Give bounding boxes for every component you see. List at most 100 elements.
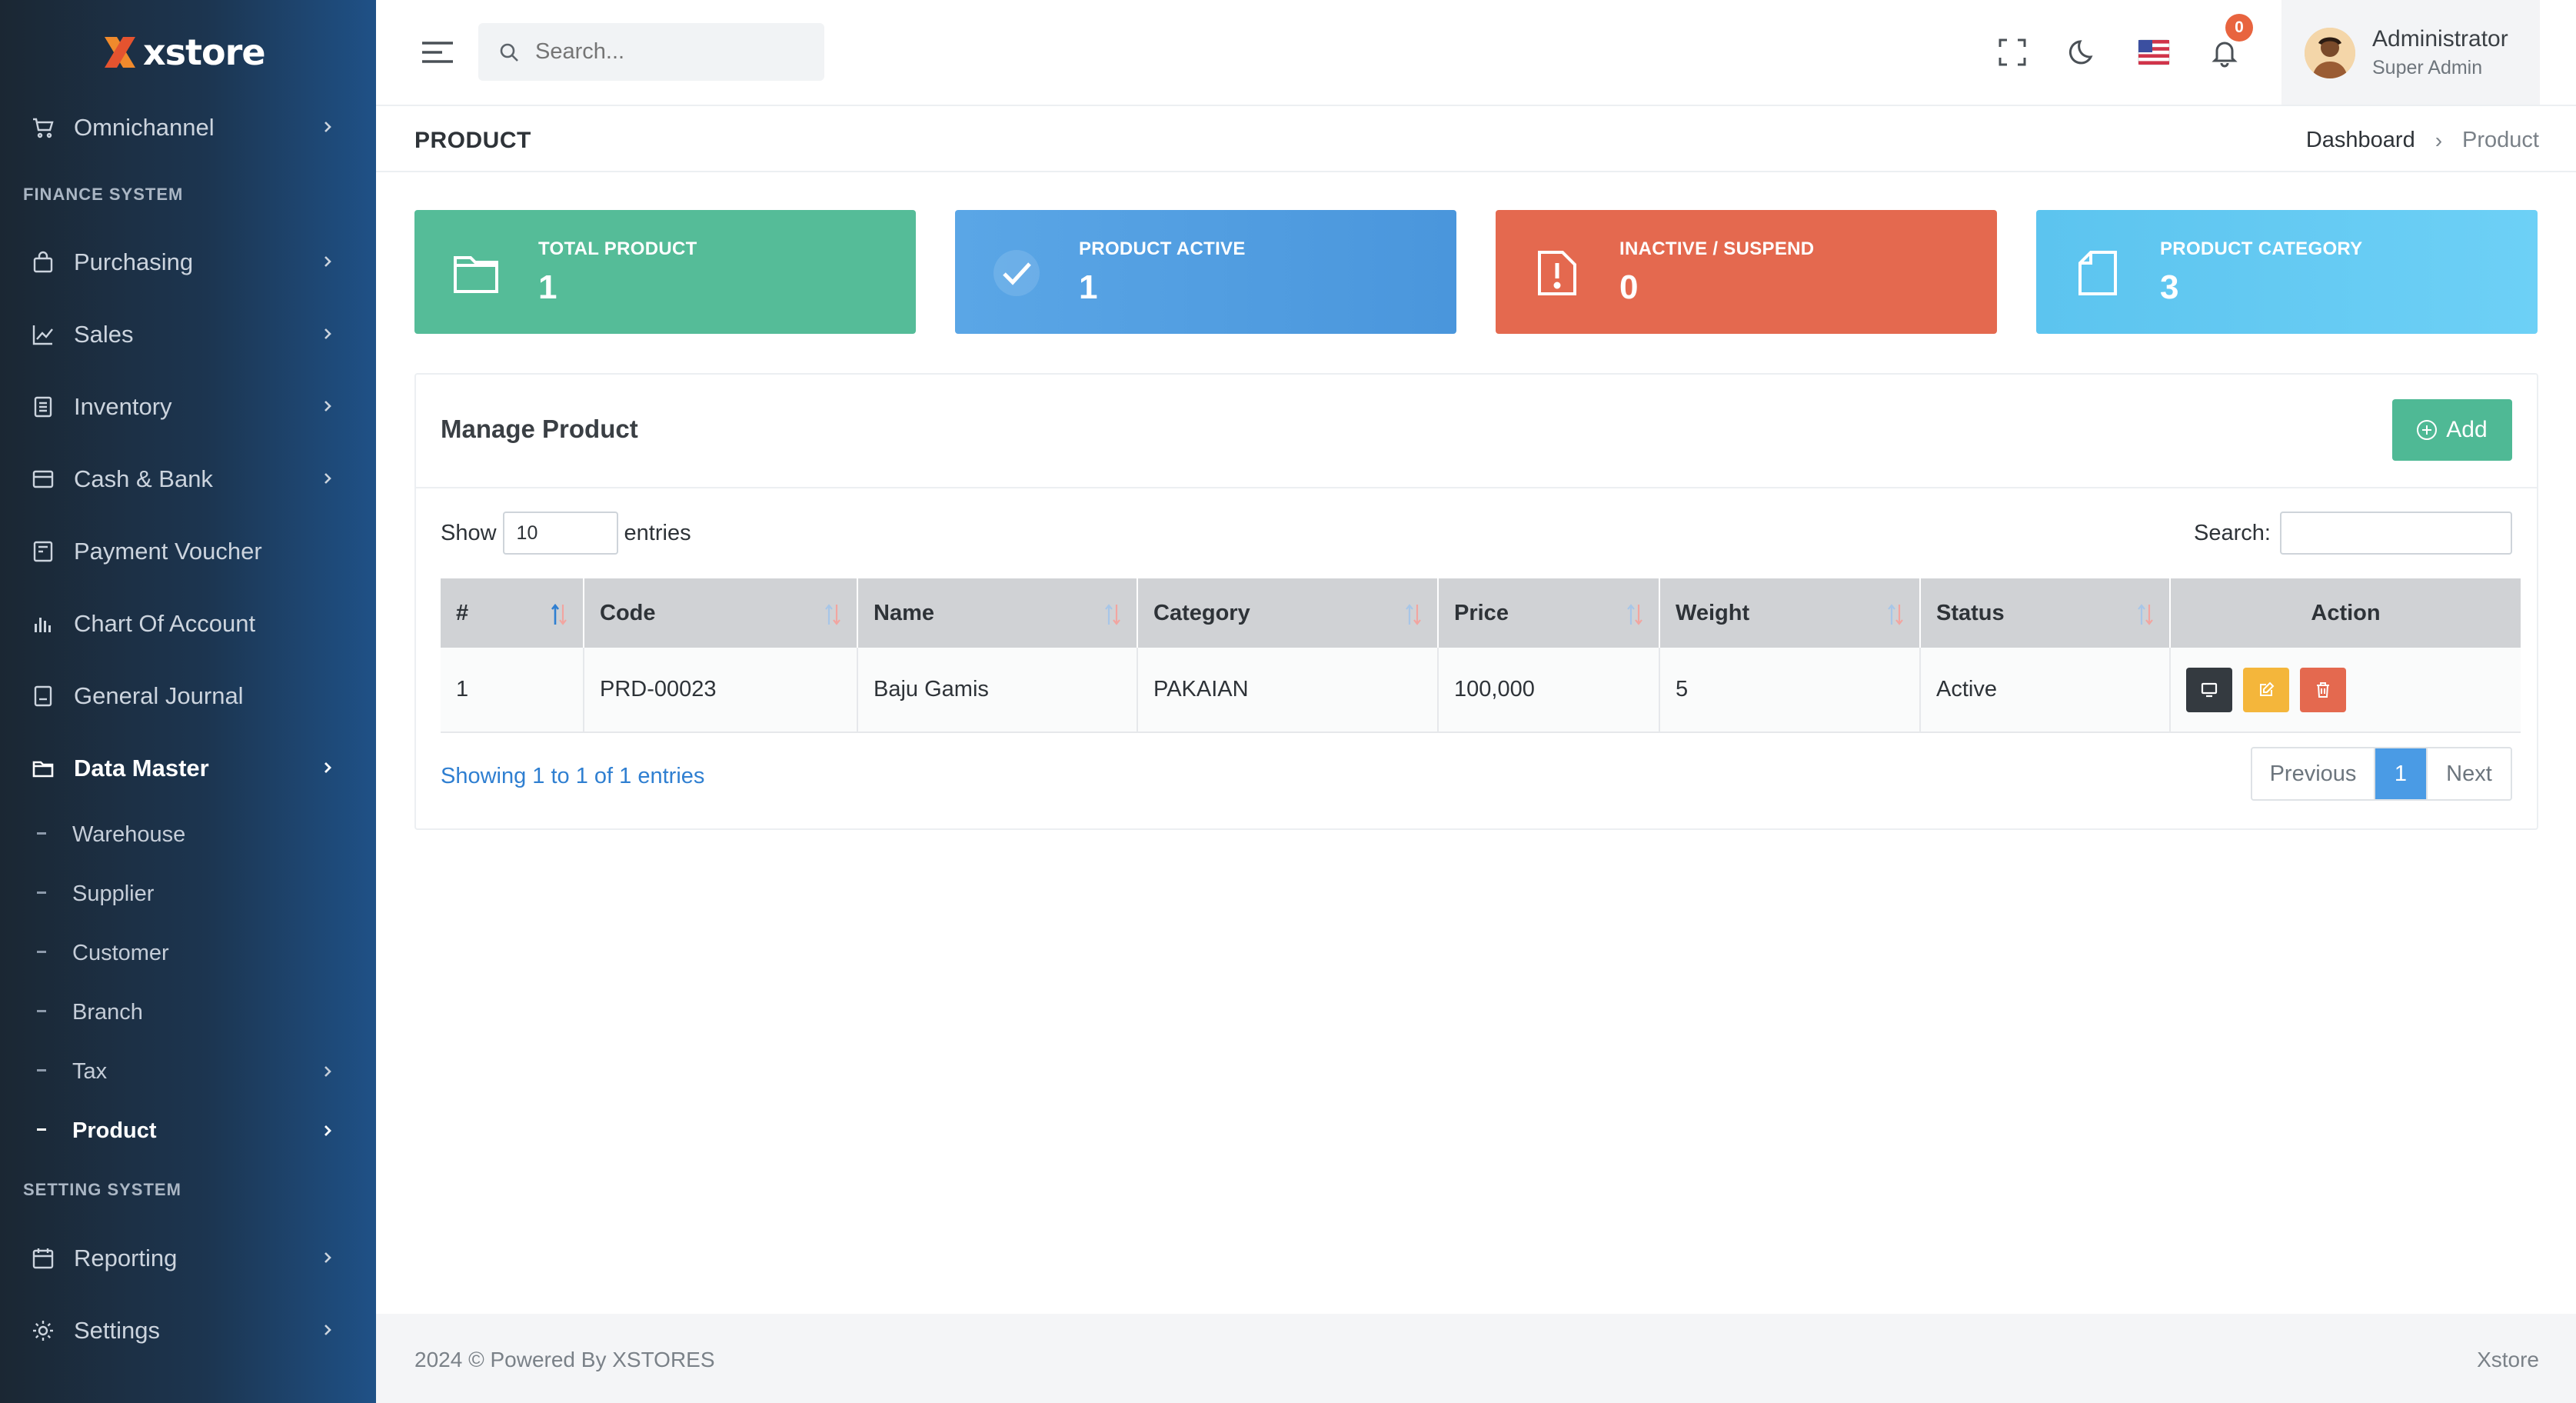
column-header-no[interactable]: # xyxy=(441,578,584,648)
global-search[interactable] xyxy=(478,23,824,81)
journal-icon xyxy=(29,682,57,710)
sidebar-subitem-tax[interactable]: Tax xyxy=(0,1046,376,1097)
page-title-bar: PRODUCT Dashboard › Product xyxy=(376,108,2576,172)
us-flag-icon[interactable] xyxy=(2135,34,2172,71)
chevron-right-icon xyxy=(324,1125,331,1136)
stat-card-product-active: PRODUCT ACTIVE 1 xyxy=(955,210,1456,334)
sidebar-item-cash-bank[interactable]: Cash & Bank xyxy=(0,450,376,508)
sidebar-item-inventory[interactable]: Inventory xyxy=(0,378,376,436)
chart-line-icon xyxy=(29,321,57,348)
sidebar-item-label: Data Master xyxy=(74,755,209,781)
folder-icon xyxy=(29,755,57,782)
sidebar-subitem-branch[interactable]: Branch xyxy=(0,987,376,1038)
cell-price: 100,000 xyxy=(1438,648,1660,733)
sidebar-item-settings[interactable]: Settings xyxy=(0,1301,376,1360)
chevron-right-icon xyxy=(324,328,331,339)
pagination-previous[interactable]: Previous xyxy=(2252,748,2375,799)
sidebar-item-payment-voucher[interactable]: Payment Voucher xyxy=(0,522,376,581)
stat-card-label: PRODUCT CATEGORY xyxy=(2160,238,2363,259)
sort-icon xyxy=(1105,604,1120,625)
sort-icon xyxy=(1888,604,1903,625)
bag-icon xyxy=(29,248,57,276)
voucher-icon xyxy=(29,538,57,565)
brand-logo[interactable]: xstore xyxy=(100,29,266,75)
column-header-category[interactable]: Category xyxy=(1137,578,1439,648)
user-menu[interactable]: Administrator Super Admin xyxy=(2281,0,2540,105)
table-search-label: Search: xyxy=(2194,520,2271,545)
sidebar-item-data-master[interactable]: Data Master xyxy=(0,739,376,798)
chevron-right-icon xyxy=(324,401,331,412)
sidebar-item-general-journal[interactable]: General Journal xyxy=(0,667,376,725)
user-role: Super Admin xyxy=(2372,57,2483,78)
folder-icon xyxy=(451,248,501,298)
breadcrumb: Dashboard › Product xyxy=(2306,128,2539,153)
sort-icon xyxy=(551,603,567,625)
dash-icon xyxy=(37,1010,46,1012)
notification-badge: 0 xyxy=(2225,14,2253,42)
table-row: 1 PRD-00023 Baju Gamis PAKAIAN 100,000 5… xyxy=(441,648,2521,733)
add-product-button[interactable]: Add xyxy=(2392,399,2512,461)
avatar xyxy=(2305,28,2355,78)
sidebar-item-reporting[interactable]: Reporting xyxy=(0,1229,376,1288)
column-header-name[interactable]: Name xyxy=(857,578,1138,648)
sidebar-item-label: Purchasing xyxy=(74,248,194,275)
dash-icon xyxy=(37,1069,46,1071)
stat-card-value: 0 xyxy=(1619,268,1639,306)
edit-button[interactable] xyxy=(2243,667,2290,712)
stat-card-total-product: TOTAL PRODUCT 1 xyxy=(414,210,916,334)
logo-x-icon xyxy=(100,32,140,72)
sidebar-item-sales[interactable]: Sales xyxy=(0,305,376,364)
chevron-right-icon: › xyxy=(2435,128,2443,152)
column-header-status[interactable]: Status xyxy=(1920,578,2171,648)
pagination: Previous 1 Next xyxy=(2251,747,2512,801)
cell-no: 1 xyxy=(441,648,584,733)
dark-mode-moon-icon[interactable] xyxy=(2065,34,2102,71)
sidebar-item-omnichannel[interactable]: Omnichannel xyxy=(0,98,376,157)
fullscreen-icon[interactable] xyxy=(1994,34,2031,71)
pagination-page-1[interactable]: 1 xyxy=(2375,748,2426,799)
table-search-input[interactable] xyxy=(2280,512,2512,555)
section-label-setting: SETTING SYSTEM xyxy=(23,1180,181,1199)
sidebar-item-purchasing[interactable]: Purchasing xyxy=(0,233,376,292)
add-button-label: Add xyxy=(2446,417,2488,442)
column-header-action: Action xyxy=(2170,578,2521,648)
section-label-finance: FINANCE SYSTEM xyxy=(23,185,184,204)
calendar-icon xyxy=(29,1245,57,1272)
footer-copyright: 2024 © Powered By XSTORES xyxy=(414,1348,715,1371)
search-icon xyxy=(500,43,518,62)
search-input[interactable] xyxy=(535,39,812,65)
dash-icon xyxy=(37,832,46,835)
stat-card-product-category: PRODUCT CATEGORY 3 xyxy=(2036,210,2538,334)
column-header-weight[interactable]: Weight xyxy=(1659,578,1921,648)
sidebar-subitem-supplier[interactable]: Supplier xyxy=(0,868,376,919)
sidebar-subitem-customer[interactable]: Customer xyxy=(0,928,376,978)
page-length-select[interactable]: 10 xyxy=(502,512,618,555)
chevron-right-icon xyxy=(324,1252,331,1263)
delete-button[interactable] xyxy=(2300,667,2347,712)
column-header-code[interactable]: Code xyxy=(584,578,858,648)
column-header-price[interactable]: Price xyxy=(1438,578,1660,648)
alert-icon xyxy=(1533,248,1582,298)
sidebar-subitem-label: Branch xyxy=(72,999,143,1025)
sidebar-subitem-label: Customer xyxy=(72,940,169,965)
stat-card-value: 1 xyxy=(538,268,557,306)
sidebar-item-label: Payment Voucher xyxy=(74,538,262,565)
sidebar-subitem-product[interactable]: Product xyxy=(0,1105,376,1156)
sidebar-item-label: Inventory xyxy=(74,393,172,420)
menu-toggle-icon[interactable] xyxy=(421,38,454,66)
chevron-right-icon xyxy=(324,256,331,267)
sidebar-item-label: Omnichannel xyxy=(74,114,215,141)
user-name: Administrator xyxy=(2372,26,2508,52)
sidebar-item-label: Sales xyxy=(74,321,134,348)
dash-icon xyxy=(37,951,46,953)
sidebar-subitem-warehouse[interactable]: Warehouse xyxy=(0,809,376,860)
view-button[interactable] xyxy=(2186,667,2232,712)
pagination-next[interactable]: Next xyxy=(2426,748,2511,799)
sort-icon xyxy=(1406,604,1421,625)
footer: 2024 © Powered By XSTORES Xstore xyxy=(376,1314,2576,1403)
trash-icon xyxy=(2317,682,2330,698)
sidebar-item-label: Cash & Bank xyxy=(74,465,213,492)
sidebar-item-chart-of-account[interactable]: Chart Of Account xyxy=(0,595,376,653)
sidebar: xstore Omnichannel FINANCE SYSTEM Purcha… xyxy=(0,0,376,1403)
breadcrumb-dashboard-link[interactable]: Dashboard xyxy=(2306,128,2415,153)
